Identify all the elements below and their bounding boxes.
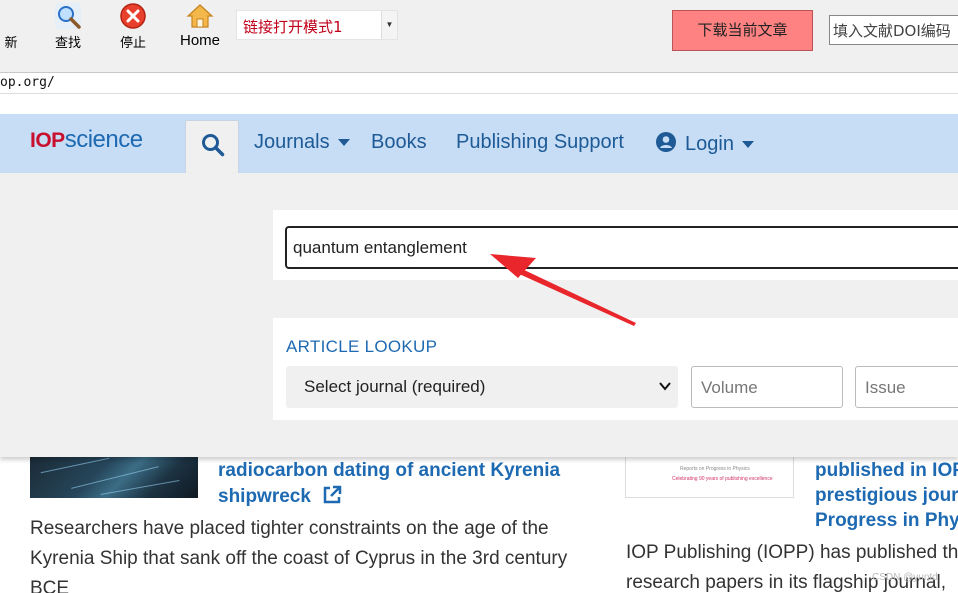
stop-button[interactable]: 停止 [115,2,151,51]
search-icon [202,134,225,157]
download-article-button[interactable]: 下载当前文章 [672,10,813,51]
link-mode-value: 链接打开模式1 [243,18,343,36]
user-icon [656,132,676,152]
home-button[interactable]: Home [175,2,225,49]
news-headline-link[interactable]: radiocarbon dating of ancient Kyrenia sh… [218,458,588,510]
find-button[interactable]: 查找 [50,2,86,51]
nav-journals-label: Journals [254,131,330,153]
annotation-arrow-icon [490,254,636,326]
nav-books[interactable]: Books [371,131,427,154]
refresh-label: 新 [4,36,18,51]
news-headline-line1: radiocarbon dating of ancient Kyrenia [218,460,561,481]
issue-input[interactable]: Issue [855,366,958,408]
thumbnail-subtitle: Celebrating 90 years of publishing excel… [672,476,773,482]
news-right-line1: published in IOP [815,460,958,481]
search-tab[interactable] [185,120,239,173]
news-thumbnail-journal[interactable]: Reports on Progress in Physics Celebrati… [625,457,794,498]
news-summary-right: IOP Publishing (IOPP) has published th r… [626,538,958,593]
site-header: IOPscience Journals Books Publishing Sup… [0,114,958,173]
nav-login[interactable]: Login [655,131,754,156]
news-headline-line2: shipwreck [218,486,311,507]
stop-label: 停止 [119,36,146,51]
nav-journals[interactable]: Journals [254,131,350,154]
news-headline-link-right[interactable]: published in IOP prestigious jour Progre… [815,458,958,533]
address-bar[interactable]: op.org/ [0,74,958,94]
news-thumbnail-shipwreck[interactable] [30,457,198,498]
caret-down-icon [337,139,350,147]
iopscience-logo[interactable]: IOPscience [30,126,143,154]
watermark: CSDN @yuntd [872,572,938,583]
news-right-text-line1: IOP Publishing (IOPP) has published th [626,542,958,563]
logo-iop-text: IOP [30,129,65,152]
dropdown-arrow-icon[interactable]: ▼ [381,11,397,39]
home-icon [186,4,214,28]
journal-select-value: Select journal (required) [304,377,486,396]
browser-toolbar: 新 查找 停止 Home 链接打开模式1 ▼ 下载当前文章 填入文献DOI编码 [0,0,958,73]
news-right-line2: prestigious jour [815,485,958,506]
news-summary: Researchers have placed tighter constrai… [30,518,568,593]
logo-science-text: science [64,126,143,153]
stop-icon [120,3,146,29]
article-lookup-title: ARTICLE LOOKUP [286,337,438,356]
refresh-icon [4,2,18,30]
nav-login-label: Login [685,133,734,155]
magnifier-icon [55,3,81,29]
refresh-button[interactable]: 新 [0,2,22,51]
home-label: Home [179,32,220,49]
chevron-down-icon [659,382,671,391]
link-mode-select[interactable]: 链接打开模式1 ▼ [236,10,398,40]
caret-down-icon [741,141,754,149]
doi-input[interactable]: 填入文献DOI编码 [829,15,958,45]
nav-publishing-support[interactable]: Publishing Support [456,131,624,154]
journal-select[interactable]: Select journal (required) [286,366,678,408]
external-link-icon [323,485,342,504]
find-label: 查找 [54,36,81,51]
thumbnail-title: Reports on Progress in Physics [680,466,750,472]
volume-input[interactable]: Volume [691,366,843,408]
news-right-line3: Progress in Phys [815,510,958,531]
